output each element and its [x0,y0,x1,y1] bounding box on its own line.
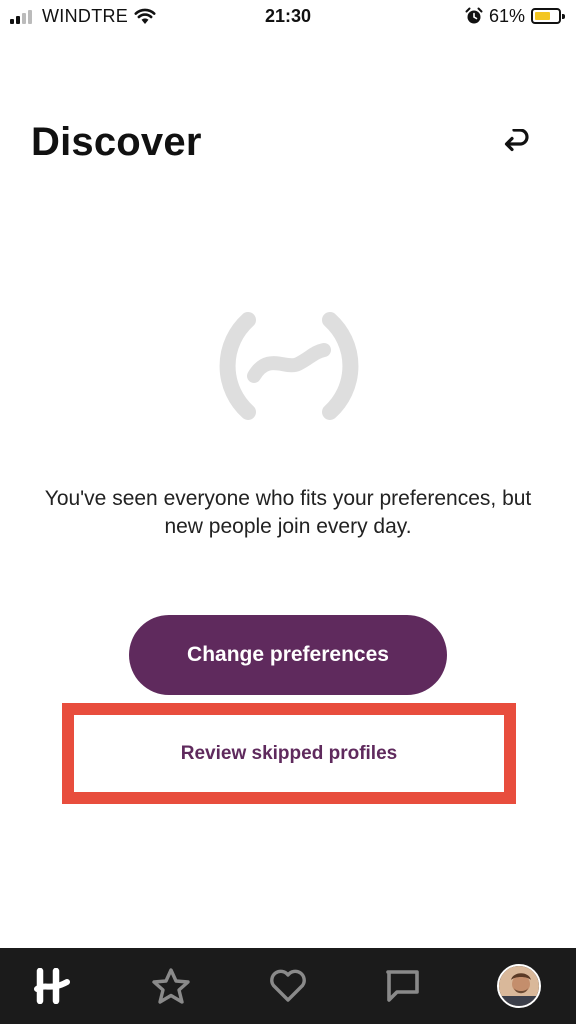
tab-likes-you[interactable] [253,948,323,1024]
tab-bar [0,948,576,1024]
battery-icon [531,8,565,24]
page-title: Discover [31,120,202,164]
change-preferences-button[interactable]: Change preferences [129,615,447,695]
battery-percent: 61% [489,6,526,26]
tab-discover[interactable] [16,948,86,1024]
tab-standouts[interactable] [136,948,206,1024]
alarm-icon [465,7,483,24]
empty-state-message: You've seen everyone who fits your prefe… [44,487,532,538]
avatar [497,964,541,1008]
status-bar: WINDTRE 21:30 61% [0,0,576,34]
heart-icon [270,969,306,1002]
hinge-h-icon [34,968,70,1004]
tab-matches[interactable] [368,948,438,1024]
chat-bubble-icon [386,970,419,1002]
review-skipped-profiles-button[interactable]: Review skipped profiles [76,717,502,790]
undo-button[interactable] [500,124,534,158]
tab-profile[interactable] [484,948,554,1024]
star-icon [152,968,190,1004]
hinge-empty-logo-icon [219,312,359,420]
undo-icon [504,129,529,152]
